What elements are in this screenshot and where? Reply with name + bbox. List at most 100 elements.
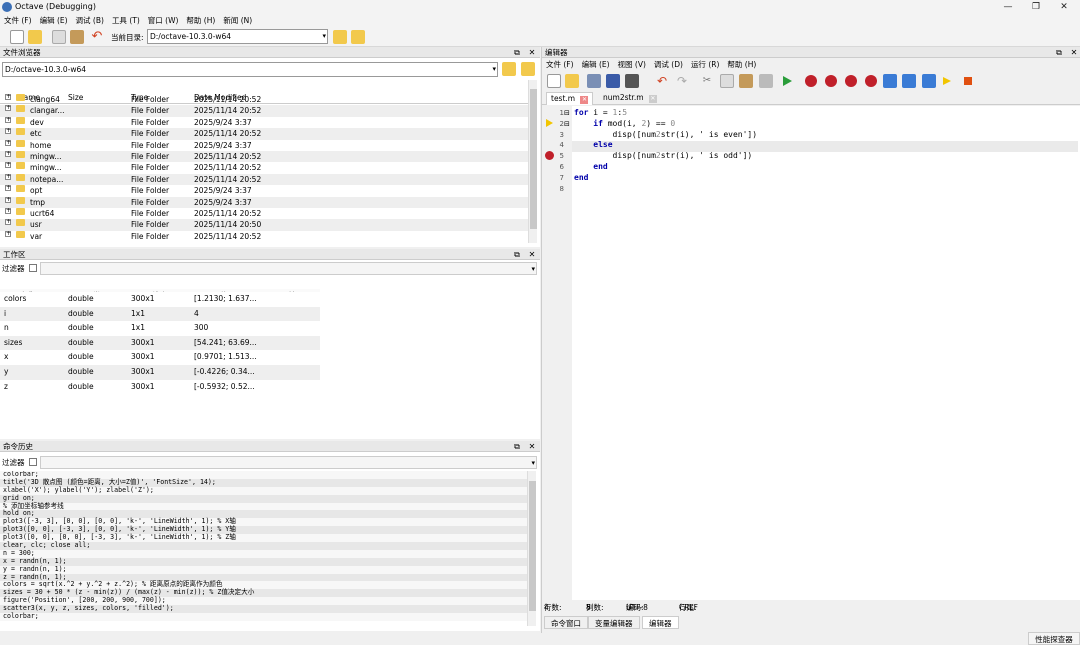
editor-menu-item[interactable]: 运行 (R) xyxy=(687,59,723,70)
variable-row[interactable]: i double 1x1 4 xyxy=(0,306,320,322)
code-editor[interactable]: for i = 1:5 if mod(i, 2) == 0 disp([num2… xyxy=(572,106,1080,600)
breakpoint-toggle-icon[interactable] xyxy=(805,75,817,87)
file-row[interactable]: + home File Folder 2025/9/24 3:37 xyxy=(0,139,528,151)
expand-icon[interactable]: + xyxy=(5,105,11,112)
fold-icon[interactable]: ⊟ xyxy=(564,119,571,130)
history-entry[interactable]: colorbar; xyxy=(0,612,527,621)
file-row[interactable]: + mingw... File Folder 2025/11/14 20:52 xyxy=(0,150,528,163)
workspace-filter-checkbox[interactable] xyxy=(29,264,37,272)
print-icon[interactable] xyxy=(625,74,639,88)
variable-row[interactable]: colors double 300x1 [1.2130; 1.637... xyxy=(0,292,320,307)
chevron-down-icon[interactable]: ▾ xyxy=(531,263,535,274)
expand-icon[interactable]: + xyxy=(5,185,11,192)
expand-icon[interactable]: + xyxy=(5,128,11,135)
expand-icon[interactable]: + xyxy=(5,230,11,237)
undo-icon[interactable]: ↶ xyxy=(655,74,669,88)
close-panel-icon[interactable]: ✕ xyxy=(527,441,537,452)
undock-icon[interactable]: ⧉ xyxy=(1054,47,1064,58)
file-row[interactable]: + notepa... File Folder 2025/11/14 20:52 xyxy=(0,173,528,186)
parent-dir-icon[interactable] xyxy=(502,62,516,76)
file-row[interactable]: + etc File Folder 2025/11/14 20:52 xyxy=(0,128,528,140)
history-scrollbar[interactable] xyxy=(527,471,536,626)
file-row[interactable]: + dev File Folder 2025/9/24 3:37 xyxy=(0,116,528,128)
history-filter-checkbox[interactable] xyxy=(29,458,37,466)
editor-menu-item[interactable]: 文件 (F) xyxy=(542,59,578,70)
menu-item[interactable]: 调试 (B) xyxy=(72,15,108,26)
expand-icon[interactable]: + xyxy=(5,116,11,123)
breakpoint-icon[interactable] xyxy=(545,151,554,160)
history-entry[interactable]: clear, clc; close all; xyxy=(0,541,527,550)
parent-dir-icon[interactable] xyxy=(333,30,347,44)
expand-icon[interactable]: + xyxy=(5,219,11,226)
file-browser-path[interactable]: D:/octave-10.3.0-w64 ▾ xyxy=(2,62,498,77)
menu-item[interactable]: 帮助 (H) xyxy=(182,15,219,26)
find-icon[interactable] xyxy=(759,74,773,88)
chevron-down-icon[interactable]: ▾ xyxy=(492,63,496,76)
chevron-down-icon[interactable]: ▾ xyxy=(531,457,535,468)
run-icon[interactable] xyxy=(783,76,792,86)
profiler-button[interactable]: 性能探查器 xyxy=(1028,632,1080,645)
close-button[interactable]: ✕ xyxy=(1050,0,1078,14)
paste-icon[interactable] xyxy=(70,30,84,44)
settings-icon[interactable] xyxy=(521,62,535,76)
scroll-thumb[interactable] xyxy=(529,481,536,611)
expand-icon[interactable]: + xyxy=(5,196,11,203)
browse-dir-icon[interactable] xyxy=(351,30,365,44)
file-row[interactable]: + var File Folder 2025/11/14 20:52 xyxy=(0,230,528,242)
history-entry[interactable]: xlabel('X'); ylabel('Y'); zlabel('Z'); xyxy=(0,486,527,495)
cut-icon[interactable]: ✂ xyxy=(700,74,714,88)
open-folder-icon[interactable] xyxy=(28,30,42,44)
step-in-icon[interactable] xyxy=(902,74,916,88)
undock-icon[interactable]: ⧉ xyxy=(512,249,522,260)
history-entry[interactable]: n = 300; xyxy=(0,549,527,558)
code-line[interactable] xyxy=(574,184,1074,195)
history-entry[interactable]: % 添加坐标轴参考线 xyxy=(0,502,527,511)
expand-icon[interactable]: + xyxy=(5,150,11,157)
file-row[interactable]: + clang64 File Folder 2025/11/14 20:52 xyxy=(0,94,528,105)
paste-icon[interactable] xyxy=(739,74,753,88)
variable-row[interactable]: sizes double 300x1 [54.241; 63.69... xyxy=(0,335,320,351)
code-line[interactable]: else xyxy=(574,140,1074,151)
step-icon[interactable] xyxy=(883,74,897,88)
editor-menu-item[interactable]: 视图 (V) xyxy=(614,59,650,70)
expand-icon[interactable]: + xyxy=(5,162,11,169)
step-out-icon[interactable] xyxy=(922,74,936,88)
tab-num2str-m[interactable]: num2str.m ✕ xyxy=(599,92,661,105)
stop-debug-icon[interactable] xyxy=(964,77,972,85)
menu-item[interactable]: 编辑 (E) xyxy=(36,15,72,26)
scroll-thumb[interactable] xyxy=(530,89,537,229)
editor-menu-item[interactable]: 调试 (D) xyxy=(650,59,687,70)
code-line[interactable]: end xyxy=(574,162,1074,173)
menu-item[interactable]: 新闻 (N) xyxy=(219,15,256,26)
file-browser-scrollbar[interactable] xyxy=(528,80,537,243)
save-icon[interactable] xyxy=(587,74,601,88)
copy-icon[interactable] xyxy=(52,30,66,44)
variable-row[interactable]: y double 300x1 [-0.4226; 0.34... xyxy=(0,364,320,380)
fold-icon[interactable]: ⊟ xyxy=(564,108,571,119)
variable-row[interactable]: n double 1x1 300 xyxy=(0,321,320,336)
file-row[interactable]: + usr File Folder 2025/11/14 20:50 xyxy=(0,219,528,231)
undock-icon[interactable]: ⧉ xyxy=(512,47,522,58)
code-line[interactable]: disp([num2str(i), ' is odd']) xyxy=(574,151,1074,162)
variable-row[interactable]: x double 300x1 [0.9701; 1.513... xyxy=(0,350,320,365)
close-panel-icon[interactable]: ✕ xyxy=(1069,47,1079,58)
menu-item[interactable]: 工具 (T) xyxy=(108,15,144,26)
remove-breakpoints-icon[interactable] xyxy=(865,75,877,87)
chevron-down-icon[interactable]: ▾ xyxy=(322,30,326,43)
file-row[interactable]: + mingw... File Folder 2025/11/14 20:52 xyxy=(0,162,528,173)
tab-editor[interactable]: 编辑器 xyxy=(642,616,679,629)
close-tab-icon[interactable]: ✕ xyxy=(648,95,657,103)
variable-row[interactable]: z double 300x1 [-0.5932; 0.52... xyxy=(0,379,320,395)
redo-icon[interactable]: ↷ xyxy=(675,74,689,88)
copy-icon[interactable] xyxy=(720,74,734,88)
open-file-icon[interactable] xyxy=(565,74,579,88)
new-file-icon[interactable] xyxy=(547,74,561,88)
undock-icon[interactable]: ⧉ xyxy=(512,441,522,452)
tab-variable-editor[interactable]: 变量编辑器 xyxy=(588,616,640,629)
maximize-button[interactable]: ❐ xyxy=(1022,0,1050,14)
expand-icon[interactable]: + xyxy=(5,94,11,100)
close-panel-icon[interactable]: ✕ xyxy=(527,47,537,58)
expand-icon[interactable]: + xyxy=(5,139,11,146)
close-tab-icon[interactable]: ✕ xyxy=(580,96,589,104)
file-row[interactable]: + ucrt64 File Folder 2025/11/14 20:52 xyxy=(0,207,528,219)
